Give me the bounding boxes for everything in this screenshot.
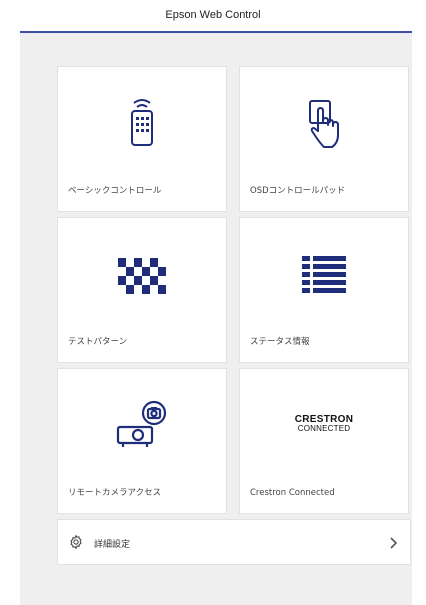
tile-label: ステータス情報 xyxy=(250,337,310,347)
chevron-right-icon xyxy=(388,535,398,554)
tile-label: Crestron Connected xyxy=(250,488,335,498)
tile-crestron-connected[interactable]: CRESTRON CONNECTED Crestron Connected xyxy=(239,368,409,514)
touch-hand-icon xyxy=(240,95,408,155)
status-list-icon xyxy=(240,246,408,306)
window-title: Epson Web Control xyxy=(0,0,426,32)
checker-pattern-icon xyxy=(58,246,226,306)
remote-control-icon xyxy=(58,95,226,155)
tile-label: OSDコントロールパッド xyxy=(250,186,346,196)
tile-label: テストパターン xyxy=(68,337,128,347)
projector-camera-icon xyxy=(58,397,226,457)
advanced-settings-label: 詳細設定 xyxy=(94,540,131,550)
gear-icon xyxy=(68,534,84,554)
main-panel: ベーシックコントロール OSDコントロールパッド テストパターン ステータス情報… xyxy=(20,33,412,605)
tile-remote-camera-access[interactable]: リモートカメラアクセス xyxy=(57,368,227,514)
tile-osd-control-pad[interactable]: OSDコントロールパッド xyxy=(239,66,409,212)
crestron-logo: CRESTRON CONNECTED xyxy=(240,409,408,439)
tile-test-pattern[interactable]: テストパターン xyxy=(57,217,227,363)
tile-status-info[interactable]: ステータス情報 xyxy=(239,217,409,363)
tile-label: ベーシックコントロール xyxy=(68,186,162,196)
advanced-settings-row[interactable]: 詳細設定 xyxy=(57,519,411,565)
tile-basic-control[interactable]: ベーシックコントロール xyxy=(57,66,227,212)
tile-label: リモートカメラアクセス xyxy=(68,488,162,498)
crestron-logo-line2: CONNECTED xyxy=(297,424,351,433)
crestron-logo-line1: CRESTRON xyxy=(294,414,354,425)
